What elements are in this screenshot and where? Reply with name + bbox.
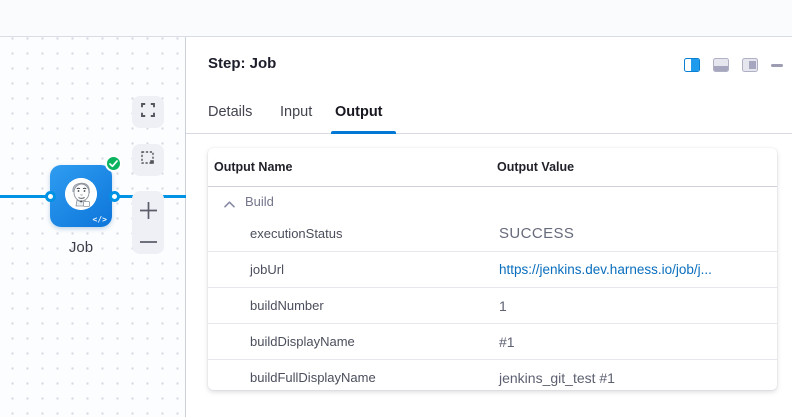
table-row: buildDisplayName #1	[208, 323, 777, 359]
output-name: buildFullDisplayName	[250, 370, 376, 385]
pipeline-canvas[interactable]: </> Job	[0, 37, 186, 417]
bottom-panel-icon[interactable]	[713, 58, 729, 72]
selection-icon	[141, 151, 155, 170]
output-value: #1	[499, 334, 515, 350]
code-glyph: </>	[93, 216, 107, 224]
column-header-output-value: Output Value	[497, 160, 574, 174]
zoom-out-icon[interactable]	[139, 239, 158, 245]
right-panel-icon[interactable]	[742, 58, 758, 72]
tab-output[interactable]: Output	[335, 104, 383, 120]
output-group-label: Build	[245, 194, 274, 209]
output-name: buildDisplayName	[250, 334, 355, 349]
job-step-node[interactable]: </>	[50, 165, 112, 227]
tab-bar: Details Input Output	[186, 95, 792, 134]
node-input-port[interactable]	[45, 191, 56, 202]
top-band	[0, 0, 792, 37]
output-name: jobUrl	[250, 262, 284, 277]
output-value: SUCCESS	[499, 225, 574, 242]
panel-view-controls	[684, 58, 783, 72]
fullscreen-icon	[141, 103, 155, 122]
pipeline-studio-screen: </> Job	[0, 0, 792, 417]
step-details-panel: Step: Job Details Input Output Output Na…	[186, 37, 792, 417]
table-row: executionStatus SUCCESS	[208, 216, 777, 251]
output-value: jenkins_git_test #1	[499, 370, 615, 386]
split-view-icon[interactable]	[684, 58, 700, 72]
node-output-port[interactable]	[109, 191, 120, 202]
active-tab-underline	[331, 131, 396, 134]
output-group-row[interactable]: Build	[208, 187, 777, 216]
selection-mode-button[interactable]	[132, 144, 164, 176]
output-value-link[interactable]: https://jenkins.dev.harness.io/job/j...	[499, 262, 712, 277]
output-value: 1	[499, 298, 507, 314]
table-header-row: Output Name Output Value	[208, 148, 777, 187]
tab-input[interactable]: Input	[280, 104, 312, 120]
table-row: buildNumber 1	[208, 287, 777, 323]
chevron-up-icon[interactable]	[224, 195, 235, 213]
table-row: buildFullDisplayName jenkins_git_test #1	[208, 359, 777, 395]
column-header-output-name: Output Name	[214, 160, 292, 174]
zoom-in-icon[interactable]	[139, 201, 158, 220]
tab-details[interactable]: Details	[208, 104, 252, 120]
jenkins-icon	[65, 178, 97, 210]
fullscreen-button[interactable]	[132, 96, 164, 128]
node-label: Job	[41, 239, 121, 256]
output-table-card: Output Name Output Value Build execution…	[208, 148, 777, 390]
output-name: executionStatus	[250, 226, 343, 241]
zoom-controls	[132, 191, 164, 254]
table-row: jobUrl https://jenkins.dev.harness.io/jo…	[208, 251, 777, 287]
success-check-icon	[105, 155, 122, 172]
output-name: buildNumber	[250, 298, 324, 313]
minimize-icon[interactable]	[771, 64, 783, 67]
panel-title: Step: Job	[208, 55, 276, 72]
